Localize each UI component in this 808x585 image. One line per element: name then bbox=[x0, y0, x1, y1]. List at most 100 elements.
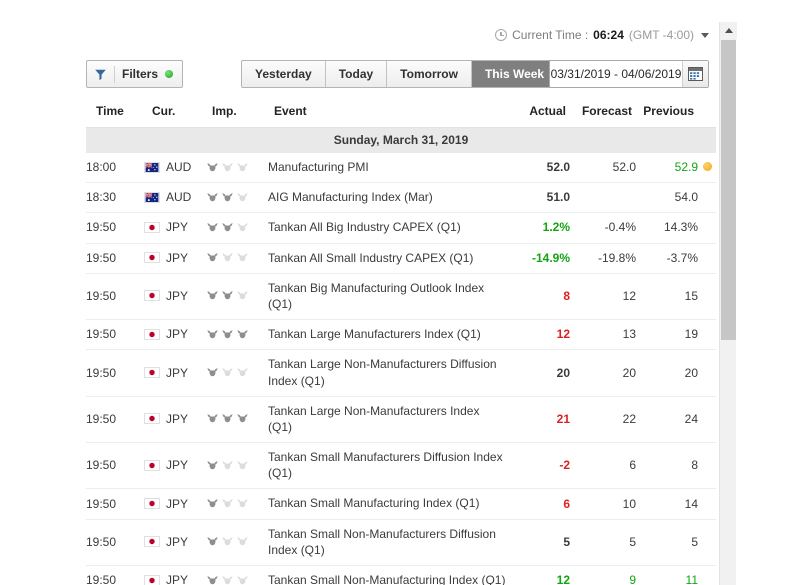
bull-head-icon[interactable] bbox=[206, 459, 219, 472]
table-row[interactable]: 19:50 JPY Tankan All Small Industry CAPEX … bbox=[86, 243, 716, 274]
bull-head-icon[interactable] bbox=[206, 412, 219, 425]
importance-rating[interactable] bbox=[206, 221, 268, 234]
cell-event[interactable]: Manufacturing PMI bbox=[268, 153, 506, 184]
importance-rating[interactable] bbox=[206, 497, 268, 510]
date-range-field[interactable]: 03/31/2019 - 04/06/2019 bbox=[549, 60, 709, 88]
column-header-forecast[interactable]: Forecast bbox=[570, 100, 636, 128]
bull-head-icon[interactable] bbox=[221, 191, 234, 204]
bull-head-icon[interactable] bbox=[221, 459, 234, 472]
table-row[interactable]: 19:50 JPY Tankan Small Manufacturing Index… bbox=[86, 488, 716, 520]
bull-head-icon[interactable] bbox=[206, 191, 219, 204]
column-header-importance[interactable]: Imp. bbox=[206, 100, 268, 128]
tab-tomorrow[interactable]: Tomorrow bbox=[387, 61, 472, 87]
bull-head-icon[interactable] bbox=[236, 191, 249, 204]
column-header-actual[interactable]: Actual bbox=[506, 100, 570, 128]
economic-calendar-page: Current Time : 06:24 (GMT -4:00) Filters… bbox=[0, 0, 808, 585]
bull-head-icon[interactable] bbox=[206, 221, 219, 234]
date-range-value: 03/31/2019 - 04/06/2019 bbox=[550, 67, 682, 81]
importance-rating[interactable] bbox=[206, 459, 268, 472]
table-row[interactable]: 19:50 JPY Tankan Large Non-Manufacturers D… bbox=[86, 349, 716, 397]
cell-event[interactable]: Tankan Large Non-Manufacturers Index (Q1… bbox=[268, 396, 506, 444]
table-row[interactable]: 19:50 JPY Tankan Small Non-Manufacturing I… bbox=[86, 565, 716, 585]
cell-event[interactable]: Tankan Small Manufacturing Index (Q1) bbox=[268, 488, 506, 520]
table-row[interactable]: 18:00 AUD Manufacturing PMI 52.0 52.0 52.9 bbox=[86, 153, 716, 184]
scroll-up-button[interactable] bbox=[720, 22, 737, 39]
bull-head-icon[interactable] bbox=[206, 366, 219, 379]
cell-importance bbox=[206, 396, 268, 444]
bull-head-icon[interactable] bbox=[236, 497, 249, 510]
table-row[interactable]: 19:50 JPY Tankan Small Manufacturers Diffu… bbox=[86, 442, 716, 490]
bull-head-icon[interactable] bbox=[221, 221, 234, 234]
cell-event[interactable]: Tankan Small Non-Manufacturing Index (Q1… bbox=[268, 565, 506, 585]
column-header-currency[interactable]: Cur. bbox=[144, 100, 206, 128]
tab-yesterday[interactable]: Yesterday bbox=[242, 61, 326, 87]
cell-currency: JPY bbox=[144, 565, 206, 585]
importance-rating[interactable] bbox=[206, 328, 268, 341]
bull-head-icon[interactable] bbox=[206, 161, 219, 174]
importance-rating[interactable] bbox=[206, 251, 268, 264]
bull-head-icon[interactable] bbox=[236, 535, 249, 548]
bull-head-icon[interactable] bbox=[221, 497, 234, 510]
cell-event[interactable]: Tankan Small Manufacturers Diffusion Ind… bbox=[268, 442, 506, 490]
bull-head-icon[interactable] bbox=[236, 328, 249, 341]
cell-event[interactable]: Tankan All Big Industry CAPEX (Q1) bbox=[268, 212, 506, 244]
amber-dot-icon[interactable] bbox=[702, 162, 712, 172]
table-header: Time Cur. Imp. Event Actual Forecast Pre… bbox=[86, 100, 716, 128]
table-row[interactable]: 18:30 AUD AIG Manufacturing Index (Mar) 51.… bbox=[86, 182, 716, 214]
cell-actual: 1.2% bbox=[506, 212, 570, 244]
bull-head-icon[interactable] bbox=[221, 574, 234, 585]
importance-rating[interactable] bbox=[206, 535, 268, 548]
currency-code: JPY bbox=[166, 496, 189, 511]
table-row[interactable]: 19:50 JPY Tankan Small Non-Manufacturers D… bbox=[86, 519, 716, 567]
column-header-previous[interactable]: Previous bbox=[636, 100, 698, 128]
vertical-scrollbar[interactable] bbox=[719, 22, 737, 585]
bull-head-icon[interactable] bbox=[221, 289, 234, 302]
table-row[interactable]: 19:50 JPY Tankan Large Manufacturers Index… bbox=[86, 319, 716, 351]
importance-rating[interactable] bbox=[206, 412, 268, 425]
current-time-display[interactable]: Current Time : 06:24 (GMT -4:00) bbox=[495, 28, 709, 42]
bull-head-icon[interactable] bbox=[236, 459, 249, 472]
importance-rating[interactable] bbox=[206, 366, 268, 379]
tab-today[interactable]: Today bbox=[325, 61, 388, 87]
cell-event[interactable]: Tankan Large Manufacturers Index (Q1) bbox=[268, 319, 506, 351]
cell-event[interactable]: Tankan All Small Industry CAPEX (Q1) bbox=[268, 243, 506, 274]
bull-head-icon[interactable] bbox=[236, 289, 249, 302]
bull-head-icon[interactable] bbox=[236, 574, 249, 585]
bull-head-icon[interactable] bbox=[236, 221, 249, 234]
importance-rating[interactable] bbox=[206, 574, 268, 585]
economic-calendar-table: Time Cur. Imp. Event Actual Forecast Pre… bbox=[86, 100, 716, 585]
cell-event[interactable]: AIG Manufacturing Index (Mar) bbox=[268, 182, 506, 214]
calendar-picker-button[interactable] bbox=[682, 61, 708, 87]
bull-head-icon[interactable] bbox=[236, 412, 249, 425]
bull-head-icon[interactable] bbox=[206, 289, 219, 302]
importance-rating[interactable] bbox=[206, 161, 268, 174]
bull-head-icon[interactable] bbox=[221, 535, 234, 548]
bull-head-icon[interactable] bbox=[236, 161, 249, 174]
scrollbar-thumb[interactable] bbox=[721, 40, 736, 340]
bull-head-icon[interactable] bbox=[221, 366, 234, 379]
bull-head-icon[interactable] bbox=[221, 161, 234, 174]
bull-head-icon[interactable] bbox=[206, 328, 219, 341]
bull-head-icon[interactable] bbox=[236, 366, 249, 379]
cell-event[interactable]: Tankan Small Non-Manufacturers Diffusion… bbox=[268, 519, 506, 567]
bull-head-icon[interactable] bbox=[221, 251, 234, 264]
tab-this-week[interactable]: This Week bbox=[471, 61, 558, 87]
cell-event[interactable]: Tankan Large Non-Manufacturers Diffusion… bbox=[268, 349, 506, 397]
bull-head-icon[interactable] bbox=[206, 251, 219, 264]
importance-rating[interactable] bbox=[206, 289, 268, 302]
table-row[interactable]: 19:50 JPY Tankan Big Manufacturing Outlook… bbox=[86, 273, 716, 321]
column-header-event[interactable]: Event bbox=[268, 100, 506, 128]
bull-head-icon[interactable] bbox=[221, 412, 234, 425]
bull-head-icon[interactable] bbox=[236, 251, 249, 264]
bull-head-icon[interactable] bbox=[206, 574, 219, 585]
chevron-down-icon[interactable] bbox=[701, 32, 709, 38]
column-header-time[interactable]: Time bbox=[86, 100, 144, 128]
cell-event[interactable]: Tankan Big Manufacturing Outlook Index (… bbox=[268, 273, 506, 321]
importance-rating[interactable] bbox=[206, 191, 268, 204]
table-row[interactable]: 19:50 JPY Tankan Large Non-Manufacturers I… bbox=[86, 396, 716, 444]
bull-head-icon[interactable] bbox=[221, 328, 234, 341]
filters-button[interactable]: Filters bbox=[86, 60, 184, 88]
bull-head-icon[interactable] bbox=[206, 497, 219, 510]
bull-head-icon[interactable] bbox=[206, 535, 219, 548]
table-row[interactable]: 19:50 JPY Tankan All Big Industry CAPEX (Q… bbox=[86, 212, 716, 244]
